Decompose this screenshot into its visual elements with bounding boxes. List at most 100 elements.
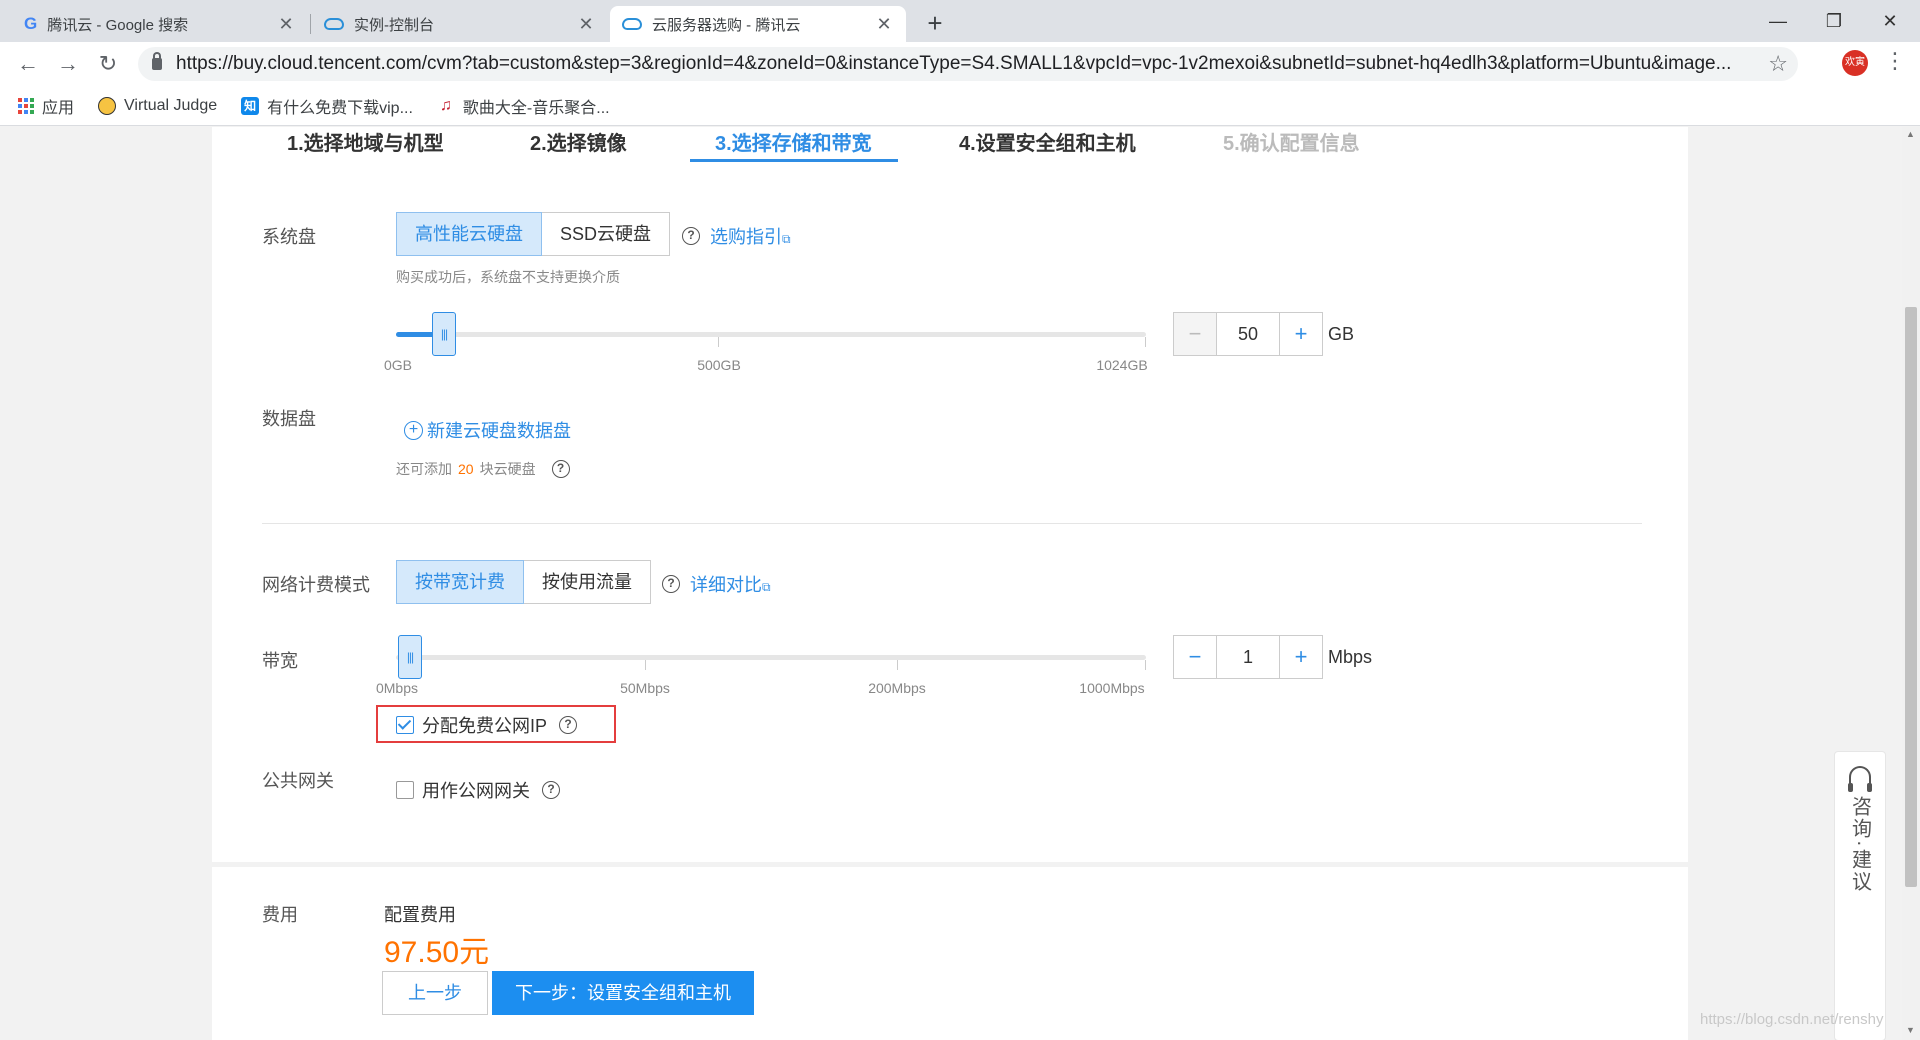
config-panel: 1.选择地域与机型 2.选择镜像 3.选择存储和带宽 4.设置安全组和主机 5.…	[212, 127, 1688, 862]
close-icon[interactable]: ✕	[874, 14, 894, 35]
bandwidth-slider-handle[interactable]: |||	[398, 635, 422, 679]
step-image[interactable]: 2.选择镜像	[530, 127, 627, 156]
bandwidth-unit: Mbps	[1328, 647, 1373, 667]
system-disk-size-input[interactable]	[1217, 312, 1279, 356]
public-ip-checkbox[interactable]	[396, 716, 414, 734]
browser-tab-active[interactable]: 云服务器选购 - 腾讯云 ✕	[610, 6, 906, 42]
system-disk-increment-button[interactable]: +	[1279, 312, 1323, 356]
quota-suffix: 块云硬盘	[479, 461, 536, 477]
data-disk-quota-note: 还可添加 20 块云硬盘 ?	[396, 459, 570, 479]
close-icon[interactable]: ✕	[576, 14, 596, 35]
browser-tab-google[interactable]: G 腾讯云 - Google 搜索 ✕	[12, 6, 308, 42]
bookmark-virtual-judge[interactable]: Virtual Judge	[98, 96, 218, 115]
step-security[interactable]: 4.设置安全组和主机	[959, 127, 1136, 156]
url-text[interactable]: https://buy.cloud.tencent.com/cvm?tab=cu…	[176, 53, 1776, 75]
minimize-icon[interactable]: —	[1758, 6, 1798, 36]
system-disk-slider-track[interactable]	[396, 332, 1146, 337]
help-icon[interactable]: ?	[551, 460, 570, 478]
add-data-disk[interactable]: + 新建云硬盘数据盘	[404, 417, 571, 443]
prev-step-button[interactable]: 上一步	[382, 971, 488, 1015]
system-disk-slider-handle[interactable]: |||	[432, 312, 456, 356]
restore-icon[interactable]: ❐	[1814, 6, 1854, 36]
external-link-icon: ⧉	[762, 580, 771, 594]
disk-type-ssd-button[interactable]: SSD云硬盘	[542, 212, 671, 256]
bandwidth-input[interactable]	[1217, 635, 1279, 679]
help-icon[interactable]: ?	[682, 227, 700, 245]
profile-avatar[interactable]: 欢寅	[1842, 50, 1868, 76]
new-tab-button[interactable]: +	[920, 8, 950, 39]
watermark: https://blog.csdn.net/renshy	[1700, 1011, 1884, 1028]
scroll-up-icon[interactable]: ▲	[1906, 129, 1915, 139]
bookmark-label: Virtual Judge	[124, 96, 218, 114]
tab-separator	[310, 14, 311, 34]
billing-by-bandwidth-button[interactable]: 按带宽计费	[396, 560, 524, 604]
tick-label: 50Mbps	[620, 680, 670, 696]
public-ip-option[interactable]: 分配免费公网IP ?	[396, 712, 578, 738]
system-disk-decrement-button[interactable]: −	[1173, 312, 1217, 356]
bookmark-zhihu[interactable]: 知 有什么免费下载vip...	[241, 94, 413, 118]
scroll-down-icon[interactable]: ▼	[1906, 1025, 1915, 1035]
browser-tab-console[interactable]: 实例-控制台 ✕	[312, 6, 608, 42]
headset-icon	[1848, 766, 1872, 792]
slider-tick	[718, 337, 719, 347]
footer-bar: 费用 配置费用 97.50元 上一步 下一步：设置安全组和主机	[212, 867, 1688, 1040]
slider-tick	[645, 660, 646, 670]
bookmark-star-icon[interactable]: ☆	[1768, 51, 1788, 77]
page-scrollbar[interactable]: ▲ ▼	[1902, 127, 1920, 1040]
back-icon[interactable]: ←	[14, 50, 42, 78]
add-data-disk-link[interactable]: 新建云硬盘数据盘	[427, 417, 571, 443]
section-divider	[262, 523, 1642, 524]
tab-title: 实例-控制台	[354, 16, 434, 34]
compare-link-group: ? 详细对比⧉	[662, 571, 771, 597]
data-disk-label: 数据盘	[262, 409, 316, 429]
public-ip-label: 分配免费公网IP	[422, 716, 548, 736]
tick-label: 1024GB	[1096, 357, 1148, 373]
help-icon[interactable]: ?	[559, 716, 578, 734]
system-disk-note: 购买成功后，系统盘不支持更换介质	[396, 269, 620, 285]
gateway-checkbox-label: 用作公网网关	[422, 781, 530, 801]
window-close-icon[interactable]: ✕	[1870, 6, 1910, 36]
tencent-cloud-icon	[324, 18, 344, 30]
lock-icon	[152, 52, 162, 70]
tick-label: 500GB	[697, 357, 741, 373]
gateway-option[interactable]: 用作公网网关 ?	[396, 777, 560, 803]
config-price: 97.50元	[384, 936, 490, 969]
forward-icon[interactable]: →	[54, 50, 82, 78]
cost-label: 费用	[262, 905, 298, 925]
bookmark-label: 有什么免费下载vip...	[267, 99, 413, 117]
menu-icon[interactable]: ⋮	[1884, 48, 1906, 74]
address-bar[interactable]: https://buy.cloud.tencent.com/cvm?tab=cu…	[138, 47, 1798, 81]
reload-icon[interactable]: ↻	[94, 50, 122, 78]
feedback-widget[interactable]: 咨询·建议	[1834, 751, 1886, 1040]
google-icon: G	[24, 14, 38, 33]
purchase-guide-link[interactable]: 选购指引⧉	[710, 223, 791, 249]
active-step-indicator	[690, 159, 898, 162]
help-icon[interactable]: ?	[542, 781, 560, 799]
disk-type-premium-button[interactable]: 高性能云硬盘	[396, 212, 542, 256]
bandwidth-decrement-button[interactable]: −	[1173, 635, 1217, 679]
system-disk-unit: GB	[1328, 324, 1355, 344]
bookmark-label: 歌曲大全-音乐聚合...	[462, 99, 610, 117]
bandwidth-stepper: − +	[1173, 635, 1323, 679]
bookmark-label: 应用	[42, 99, 75, 117]
step-storage[interactable]: 3.选择存储和带宽	[715, 127, 872, 156]
tab-title: 云服务器选购 - 腾讯云	[652, 16, 801, 34]
gateway-checkbox[interactable]	[396, 781, 414, 799]
compare-link[interactable]: 详细对比⧉	[690, 571, 771, 597]
system-disk-label: 系统盘	[262, 227, 316, 247]
billing-by-traffic-button[interactable]: 按使用流量	[524, 560, 651, 604]
bookmark-apps[interactable]: 应用	[18, 94, 74, 118]
next-step-button[interactable]: 下一步：设置安全组和主机	[492, 971, 754, 1015]
close-icon[interactable]: ✕	[276, 14, 296, 35]
bandwidth-slider-track[interactable]	[396, 655, 1146, 660]
bookmark-music[interactable]: ♫ 歌曲大全-音乐聚合...	[437, 94, 610, 118]
virtual-judge-icon	[98, 96, 117, 115]
config-cost-label: 配置费用	[384, 905, 456, 925]
tick-label: 0GB	[383, 357, 413, 373]
scroll-thumb[interactable]	[1905, 307, 1917, 887]
quota-prefix: 还可添加	[396, 461, 452, 477]
step-region[interactable]: 1.选择地域与机型	[287, 127, 444, 156]
bandwidth-increment-button[interactable]: +	[1279, 635, 1323, 679]
slider-tick	[1145, 337, 1146, 347]
help-icon[interactable]: ?	[662, 575, 680, 593]
